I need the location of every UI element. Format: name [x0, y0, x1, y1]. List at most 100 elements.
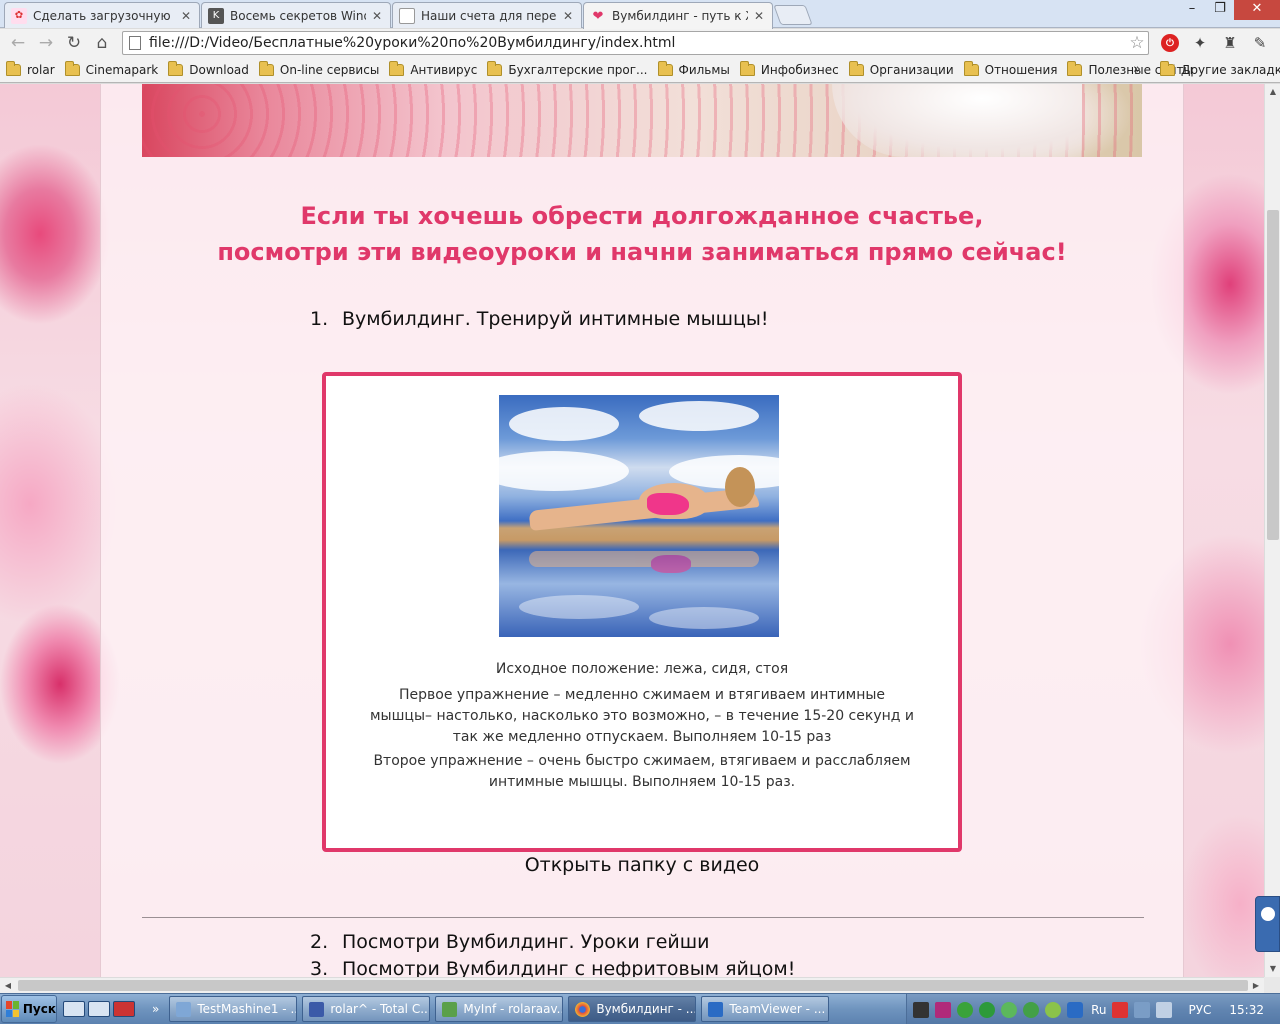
network-icon[interactable] — [1134, 1001, 1151, 1018]
scroll-left-icon[interactable]: ◀ — [0, 978, 16, 994]
feather-icon[interactable] — [935, 1001, 952, 1018]
address-bar[interactable]: file:///D:/Video/Бесплатные%20уроки%20по… — [122, 31, 1149, 55]
lesson-item[interactable]: 3. Посмотри Вумбилдинг с нефритовым яйцом… — [310, 958, 795, 977]
section-divider — [142, 917, 1144, 918]
teamviewer-icon — [708, 1001, 724, 1017]
tab-active[interactable]: ❤ Вумбилдинг - путь к Жен ✕ — [583, 2, 773, 29]
tab-3[interactable]: Наши счета для перечис ✕ — [392, 2, 582, 28]
folder-icon — [739, 60, 755, 76]
close-icon[interactable]: ✕ — [561, 9, 575, 23]
taskbar-label: MyInf - rolaraav... — [463, 1002, 564, 1016]
torrent-icon[interactable] — [1023, 1001, 1040, 1018]
switch-windows-icon[interactable] — [88, 1001, 110, 1017]
tab-1[interactable]: ✿ Сделать загрузочную фл ✕ — [4, 2, 200, 28]
page-viewport: Если ты хочешь обрести долгожданное счас… — [0, 84, 1264, 977]
bookmark-folder[interactable]: Отношения — [963, 60, 1057, 77]
gear-icon[interactable] — [1001, 1001, 1018, 1018]
new-tab-button[interactable] — [773, 5, 813, 25]
language-indicator[interactable]: Ru — [1091, 1003, 1106, 1017]
open-video-folder-link[interactable]: Открыть папку с видео — [322, 854, 962, 876]
vertical-scrollbar[interactable]: ▲ ▼ — [1264, 84, 1280, 977]
home-button[interactable]: ⌂ — [88, 31, 116, 55]
bookmark-folder[interactable]: Фильмы — [657, 60, 730, 77]
video-preview-frame[interactable]: Исходное положение: лежа, сидя, стоя Пер… — [322, 372, 962, 852]
taskbar-button[interactable]: rolar^ - Total C... — [302, 996, 431, 1022]
bookmark-folder[interactable]: Инфобизнес — [739, 60, 839, 77]
start-label: Пуск — [22, 1002, 56, 1016]
spy-icon[interactable] — [913, 1001, 930, 1018]
tools-extension-icon[interactable]: ✎ — [1245, 31, 1275, 55]
bookmark-folder[interactable]: rolar — [6, 60, 55, 77]
cloud-shape — [519, 595, 639, 619]
other-bookmarks-folder[interactable]: Другие закладки — [1160, 57, 1280, 83]
lesson-number: 1. — [310, 308, 329, 330]
sync-icon[interactable] — [979, 1001, 996, 1018]
cloud-shape — [509, 407, 619, 441]
quick-launch-more-button[interactable]: » — [152, 1002, 159, 1016]
info-icon[interactable] — [957, 1001, 974, 1018]
flag-icon[interactable] — [1112, 1001, 1129, 1018]
folder-icon — [963, 60, 979, 76]
scroll-up-icon[interactable]: ▲ — [1265, 84, 1280, 100]
bookmark-label: Организации — [869, 62, 954, 77]
tab-strip: ✿ Сделать загрузочную фл ✕ K Восемь секр… — [0, 0, 1280, 29]
taskbar-button-active[interactable]: Вумбилдинг - ... — [568, 996, 697, 1022]
clock[interactable]: 15:32 — [1229, 1003, 1264, 1017]
url-text[interactable]: file:///D:/Video/Бесплатные%20уроки%20по… — [149, 35, 1126, 51]
total-commander-icon[interactable] — [113, 1001, 135, 1017]
horizontal-scrollbar[interactable]: ◀ ▶ — [0, 977, 1264, 993]
bookmark-folder[interactable]: On-line сервисы — [258, 60, 380, 77]
bookmark-star-icon[interactable]: ☆ — [1126, 33, 1148, 53]
puzzle-extension-icon[interactable]: ✦ — [1185, 31, 1215, 55]
start-button[interactable]: Пуск — [1, 995, 57, 1023]
bookmarks-bar: rolar Cinemapark Download On-line сервис… — [0, 57, 1280, 83]
scroll-right-icon[interactable]: ▶ — [1248, 978, 1264, 994]
windows-taskbar: Пуск » TestMashine1 - ... rolar^ - Total… — [0, 993, 1280, 1024]
bride-decoration — [832, 84, 1082, 157]
stop-extension-icon[interactable]: ⏻ — [1155, 31, 1185, 55]
bookmark-label: Инфобизнес — [760, 62, 839, 77]
stamp-extension-icon[interactable]: ♜ — [1215, 31, 1245, 55]
taskbar-button[interactable]: MyInf - rolaraav... — [435, 996, 564, 1022]
close-icon[interactable]: ✕ — [370, 9, 384, 23]
minimize-button[interactable]: – — [1178, 0, 1206, 20]
teamviewer-panel-icon[interactable] — [1255, 896, 1280, 952]
taskbar-button[interactable]: TeamViewer - ... — [701, 996, 830, 1022]
tab-2[interactable]: K Восемь секретов Window ✕ — [201, 2, 391, 28]
bookmark-label: Бухгалтерские прог... — [508, 62, 648, 77]
bookmark-folder[interactable]: Cinemapark — [64, 60, 158, 77]
volume-icon[interactable] — [1156, 1001, 1173, 1018]
bookmark-label: On-line сервисы — [279, 62, 380, 77]
page-icon — [399, 7, 415, 24]
lesson-title: Посмотри Вумбилдинг с нефритовым яйцом! — [342, 958, 796, 977]
vm-icon — [176, 1001, 192, 1017]
reload-button[interactable]: ↻ — [60, 31, 88, 55]
scroll-thumb[interactable] — [1267, 210, 1279, 540]
window-close-button[interactable]: ✕ — [1234, 0, 1280, 20]
bookmark-folder[interactable]: Download — [168, 60, 249, 77]
torrent-icon[interactable] — [1045, 1001, 1062, 1018]
restore-button[interactable]: ❐ — [1206, 0, 1234, 20]
close-icon[interactable]: ✕ — [752, 9, 766, 23]
bookmark-folder[interactable]: Бухгалтерские прог... — [487, 60, 648, 77]
back-button[interactable]: ← — [4, 31, 32, 55]
scroll-down-icon[interactable]: ▼ — [1265, 961, 1280, 977]
keyboard-layout[interactable]: РУС — [1188, 1003, 1211, 1017]
lesson-title: Вумбилдинг. Тренируй интимные мышцы! — [342, 308, 769, 330]
bookmarks-overflow-button[interactable]: » — [1133, 62, 1141, 77]
taskbar-button[interactable]: TestMashine1 - ... — [169, 996, 298, 1022]
folder-icon — [657, 60, 673, 76]
scroll-thumb[interactable] — [18, 980, 1248, 991]
menu-icon[interactable]: ≡ — [1275, 31, 1280, 55]
bookmark-label: rolar — [27, 62, 55, 77]
bookmark-folder[interactable]: Организации — [848, 60, 954, 77]
skype-icon[interactable] — [1067, 1001, 1084, 1018]
flower-icon: ✿ — [11, 7, 27, 24]
forward-button[interactable]: → — [32, 31, 60, 55]
bookmark-folder[interactable]: Антивирус — [389, 60, 477, 77]
headline-line: посмотри эти видеоуроки и начни занимать… — [217, 238, 1067, 266]
lesson-item[interactable]: 2. Посмотри Вумбилдинг. Уроки гейши — [310, 931, 710, 953]
close-icon[interactable]: ✕ — [179, 9, 193, 23]
show-desktop-icon[interactable] — [63, 1001, 85, 1017]
cloud-shape — [639, 401, 759, 431]
